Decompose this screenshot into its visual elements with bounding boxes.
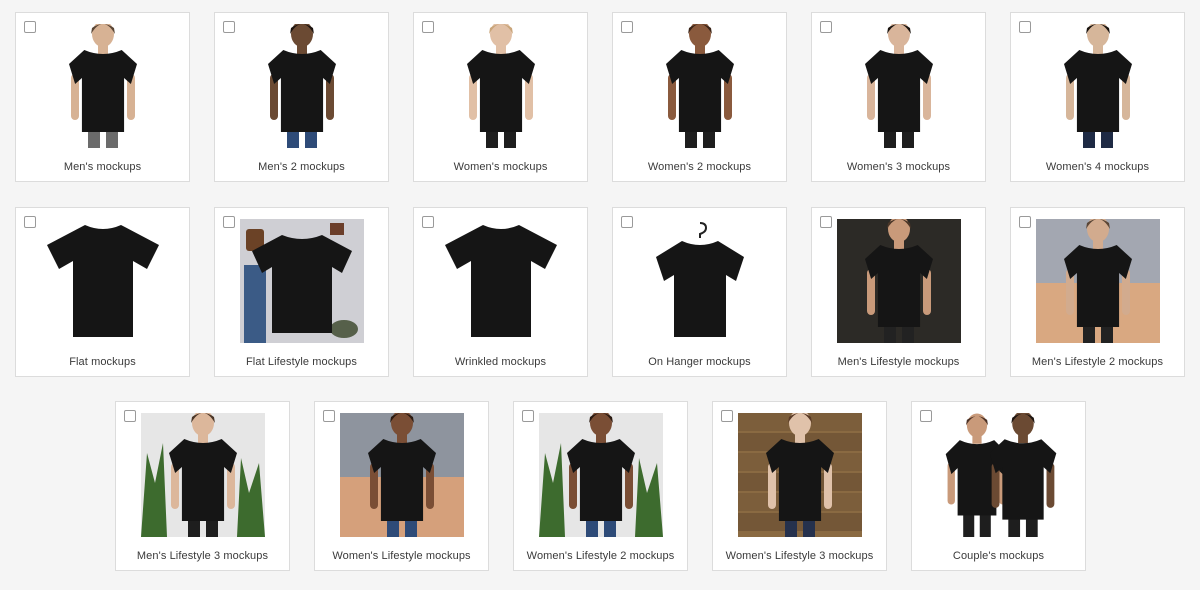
- mockup-card-mens-lifestyle-mockups[interactable]: Men's Lifestyle mockups: [811, 207, 986, 377]
- mockup-checkbox[interactable]: [621, 21, 633, 33]
- mockup-checkbox[interactable]: [422, 21, 434, 33]
- mockup-card-mens-2-mockups[interactable]: Men's 2 mockups: [214, 12, 389, 182]
- mockup-thumbnail: [638, 219, 762, 343]
- mockup-checkbox[interactable]: [522, 410, 534, 422]
- mockup-card-womens-lifestyle-mockups[interactable]: Women's Lifestyle mockups: [314, 401, 489, 571]
- mockup-card-womens-3-mockups[interactable]: Women's 3 mockups: [811, 12, 986, 182]
- mockup-thumbnail: [240, 24, 364, 148]
- mockup-card-womens-lifestyle-3-mockups[interactable]: Women's Lifestyle 3 mockups: [712, 401, 887, 571]
- mockup-label: Men's Lifestyle 3 mockups: [136, 550, 269, 562]
- mockup-card-wrinkled-mockups[interactable]: Wrinkled mockups: [413, 207, 588, 377]
- mockup-checkbox[interactable]: [422, 216, 434, 228]
- mockup-label: Men's Lifestyle mockups: [837, 356, 960, 368]
- mockup-label: Wrinkled mockups: [454, 356, 547, 368]
- mockup-label: Women's Lifestyle 3 mockups: [725, 550, 874, 562]
- mockup-thumbnail: [1036, 219, 1160, 343]
- mockup-label: Men's mockups: [63, 161, 142, 173]
- mockup-checkbox[interactable]: [223, 21, 235, 33]
- mockup-card-womens-4-mockups[interactable]: Women's 4 mockups: [1010, 12, 1185, 182]
- mockup-checkbox[interactable]: [24, 21, 36, 33]
- mockup-label: Women's Lifestyle mockups: [332, 550, 471, 562]
- mockup-label: Men's 2 mockups: [258, 161, 345, 173]
- mockup-label: Couple's mockups: [952, 550, 1045, 562]
- mockup-card-womens-mockups[interactable]: Women's mockups: [413, 12, 588, 182]
- mockup-card-mens-mockups[interactable]: Men's mockups: [15, 12, 190, 182]
- mockup-checkbox[interactable]: [223, 216, 235, 228]
- mockup-thumbnail: [837, 24, 961, 148]
- mockup-thumbnail: [1036, 24, 1160, 148]
- mockup-card-womens-lifestyle-2-mockups[interactable]: Women's Lifestyle 2 mockups: [513, 401, 688, 571]
- mockup-checkbox[interactable]: [820, 21, 832, 33]
- mockup-checkbox[interactable]: [124, 410, 136, 422]
- mockup-checkbox[interactable]: [721, 410, 733, 422]
- mockup-checkbox[interactable]: [323, 410, 335, 422]
- mockup-card-mens-lifestyle-2-mockups[interactable]: Men's Lifestyle 2 mockups: [1010, 207, 1185, 377]
- mockup-thumbnail: [738, 413, 862, 537]
- mockup-card-on-hanger-mockups[interactable]: On Hanger mockups: [612, 207, 787, 377]
- mockup-card-flat-mockups[interactable]: Flat mockups: [15, 207, 190, 377]
- mockup-label: Women's 2 mockups: [647, 161, 752, 173]
- mockup-label: Flat mockups: [69, 356, 136, 368]
- mockup-checkbox[interactable]: [1019, 21, 1031, 33]
- mockup-thumbnail: [340, 413, 464, 537]
- mockup-thumbnail: [638, 24, 762, 148]
- mockup-label: Women's Lifestyle 2 mockups: [526, 550, 675, 562]
- mockup-card-flat-lifestyle-mockups[interactable]: Flat Lifestyle mockups: [214, 207, 389, 377]
- mockup-label: Women's mockups: [453, 161, 548, 173]
- mockup-checkbox[interactable]: [820, 216, 832, 228]
- mockup-thumbnail: [439, 219, 563, 343]
- mockup-card-womens-2-mockups[interactable]: Women's 2 mockups: [612, 12, 787, 182]
- mockup-thumbnail: [837, 219, 961, 343]
- mockup-card-couples-mockups[interactable]: Couple's mockups: [911, 401, 1086, 571]
- mockup-label: On Hanger mockups: [648, 356, 751, 368]
- mockup-checkbox[interactable]: [920, 410, 932, 422]
- mockup-thumbnail: [539, 413, 663, 537]
- mockup-label: Men's Lifestyle 2 mockups: [1031, 356, 1164, 368]
- mockup-label: Women's 3 mockups: [846, 161, 951, 173]
- mockup-thumbnail: [937, 413, 1061, 537]
- mockup-thumbnail: [141, 413, 265, 537]
- mockup-thumbnail: [439, 24, 563, 148]
- mockup-card-mens-lifestyle-3-mockups[interactable]: Men's Lifestyle 3 mockups: [115, 401, 290, 571]
- mockup-thumbnail: [41, 219, 165, 343]
- mockup-thumbnail: [41, 24, 165, 148]
- mockup-thumbnail: [240, 219, 364, 343]
- mockup-label: Women's 4 mockups: [1045, 161, 1150, 173]
- mockup-checkbox[interactable]: [621, 216, 633, 228]
- mockup-checkbox[interactable]: [24, 216, 36, 228]
- mockup-checkbox[interactable]: [1019, 216, 1031, 228]
- mockup-label: Flat Lifestyle mockups: [245, 356, 358, 368]
